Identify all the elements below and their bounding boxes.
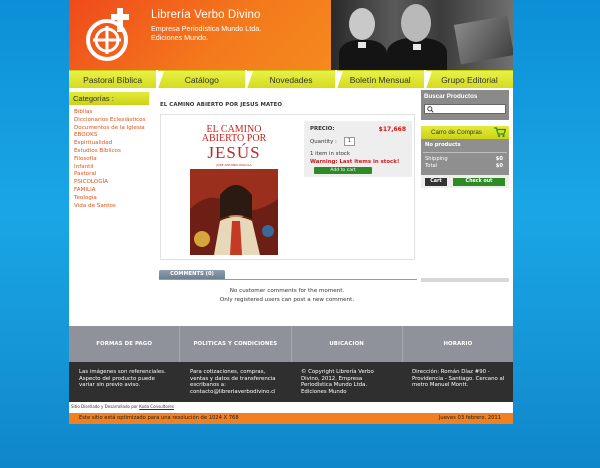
search-icon — [427, 106, 434, 113]
shipping-label: Shipping — [425, 156, 448, 162]
category-link[interactable]: Diccionarios Eclesiásticos — [74, 117, 149, 125]
nav-item-pastoral-biblica[interactable]: Pastoral Bíblica — [69, 70, 157, 88]
category-link[interactable]: Espiritualidad — [74, 140, 149, 148]
category-link[interactable]: Documentos de la Iglesia — [74, 125, 149, 133]
footer-info: Las imágenes son referenciales. Aspecto … — [69, 362, 513, 402]
category-link[interactable]: PSICOLOGÍA — [74, 179, 149, 187]
stock-warning: Warning: Last items in stock! — [310, 159, 400, 165]
footer-info-contact: Para cotizaciones, compras, ventas y dat… — [190, 369, 276, 395]
footer-info-copyright: © Copyright Librería Verbo Divino, 2012.… — [301, 369, 374, 395]
shipping-value: $0 — [495, 156, 503, 162]
brand-name: Librería Verbo Divino — [151, 9, 261, 21]
category-link[interactable]: Estudios Bíblicos — [74, 148, 149, 156]
checkout-button[interactable]: Check out — [453, 178, 505, 186]
category-link[interactable]: EBOOKS — [74, 132, 149, 140]
cart-header: Carro de Compras — [421, 126, 509, 139]
cart-shipping-row: Shipping $0 — [425, 156, 505, 162]
brand-subtitle: Empresa Periodística Mundo Ltda. Edicion… — [151, 24, 321, 42]
search-box: Buscar Productos — [421, 90, 509, 120]
header: Librería Verbo Divino Empresa Periodísti… — [69, 0, 513, 70]
cover-title-main: JESÚS — [207, 143, 261, 162]
credit-link[interactable]: Koda Consultores — [139, 404, 174, 409]
credit-line: Sitio Diseñado y Desarrollado por Koda C… — [71, 404, 174, 409]
no-comments-text: No customer comments for the moment. — [229, 288, 345, 294]
cover-title-top: EL CAMINO ABIERTO POR — [186, 125, 282, 144]
total-value: $0 — [495, 163, 503, 169]
cover-author: JOSÉ ANTONIO PAGOLA — [216, 163, 252, 167]
header-photo — [331, 0, 513, 70]
cart-total-row: Total $0 — [425, 163, 505, 169]
footer-link-horario[interactable]: HORARIO — [403, 326, 513, 362]
category-link[interactable]: Pastoral — [74, 171, 149, 179]
search-title: Buscar Productos — [424, 93, 478, 100]
footer-links-bar: FORMAS DE PAGO POLITICAS Y CONDICIONES U… — [69, 326, 513, 362]
cart-button[interactable]: Cart — [425, 178, 447, 186]
category-link[interactable]: Vida de Santos — [74, 203, 149, 211]
categories-title: Categorías : — [69, 92, 149, 105]
search-input[interactable] — [424, 104, 506, 114]
cover-title-line-2: ABIERTO POR — [201, 133, 267, 144]
footer-link-formas-de-pago[interactable]: FORMAS DE PAGO — [69, 326, 181, 362]
footer-info-address: Dirección: Román Díaz #90 - Providencia … — [412, 369, 505, 389]
footer-info-images: Las imágenes son referenciales. Aspecto … — [79, 369, 166, 389]
categories-panel: Categorías : Biblias Diccionarios Eclesi… — [69, 88, 149, 210]
footer-link-politicas[interactable]: POLITICAS Y CONDICIONES — [180, 326, 292, 362]
product-title: EL CAMINO ABIERTO POR JESUS MATEO — [160, 102, 283, 108]
brand-subtitle-line-1: Empresa Periodística Mundo Ltda. — [151, 24, 262, 33]
nav-item-grupo-editorial[interactable]: Grupo Editorial — [425, 70, 513, 89]
credit-prefix: Sitio Diseñado y Desarrollado por — [71, 404, 138, 409]
nav-item-novedades[interactable]: Novedades — [247, 70, 335, 89]
cover-artwork — [190, 169, 278, 255]
cart-title: Carro de Compras — [431, 129, 482, 136]
category-link[interactable]: FAMILIA — [74, 187, 149, 195]
cart-divider — [423, 152, 507, 153]
tab-underline — [159, 279, 417, 280]
tab-comments[interactable]: COMMENTS (0) — [159, 270, 225, 279]
page: Librería Verbo Divino Empresa Periodísti… — [69, 0, 513, 424]
cart-box: Carro de Compras No products Shipping $0… — [421, 126, 509, 188]
logo-icon — [86, 8, 129, 61]
bottom-bar: Este sitio está optimizado para una reso… — [69, 413, 513, 424]
nav-item-catalogo[interactable]: Catálogo — [158, 70, 246, 89]
total-label: Total — [425, 163, 438, 169]
right-divider — [421, 278, 509, 282]
categories-list: Biblias Diccionarios Eclesiásticos Docum… — [69, 105, 149, 210]
main-nav: Pastoral Bíblica Catálogo Novedades Bole… — [69, 70, 513, 89]
brand-subtitle-line-2: Ediciones Mundo. — [151, 33, 209, 42]
price-label: PRECIO: — [310, 126, 335, 132]
product-box: EL CAMINO ABIERTO POR JESÚS JOSÉ ANTONIO… — [160, 114, 415, 260]
category-link[interactable]: Teología — [74, 195, 149, 203]
price-panel: PRECIO: $17,668 Quantity : 1 1 item in s… — [304, 121, 412, 177]
product-cover-image[interactable]: EL CAMINO ABIERTO POR JESÚS JOSÉ ANTONIO… — [186, 121, 282, 255]
add-to-cart-button[interactable]: Add to cart — [314, 167, 372, 174]
resolution-note: Este sitio está optimizado para una reso… — [79, 415, 239, 421]
category-link[interactable]: Filosofía — [74, 156, 149, 164]
brand-banner[interactable]: Librería Verbo Divino Empresa Periodísti… — [69, 0, 331, 70]
date-display: Jueves 03 febrero, 2011 — [438, 415, 501, 421]
nav-item-boletin-mensual[interactable]: Boletín Mensual — [336, 70, 424, 89]
cart-body: No products Shipping $0 Total $0 — [421, 139, 509, 175]
quantity-input[interactable]: 1 — [344, 137, 355, 146]
stock-text: 1 item in stock — [310, 151, 350, 157]
category-link[interactable]: Biblias — [74, 109, 149, 117]
category-link[interactable]: Infantil — [74, 164, 149, 172]
price-value: $17,668 — [378, 126, 406, 133]
registered-only-text: Only registered users can post a new com… — [219, 297, 355, 303]
shopping-cart-icon — [494, 127, 506, 138]
cart-empty-text: No products — [425, 142, 461, 148]
footer-link-ubicacion[interactable]: UBICACION — [292, 326, 403, 362]
quantity-label: Quantity : — [310, 139, 337, 145]
